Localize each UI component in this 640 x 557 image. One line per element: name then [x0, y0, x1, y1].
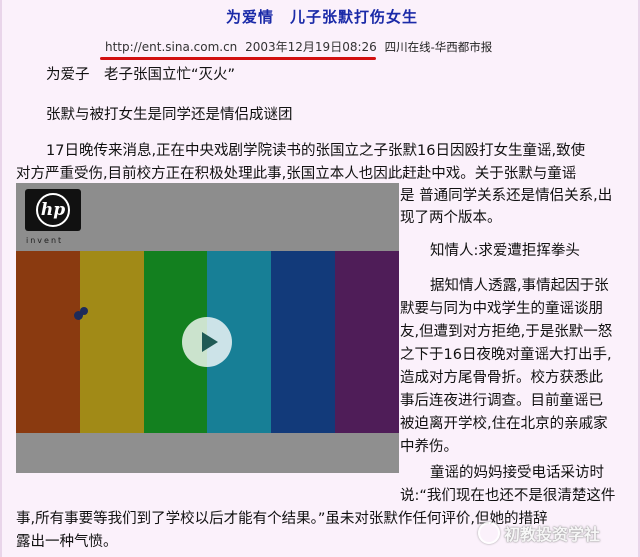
paragraph-line: 默要与同为中戏学生的童谣谈朋	[400, 301, 603, 317]
article-page: 为爱情 儿子张默打伤女生 http://ent.sina.com.cn 2003…	[0, 0, 640, 557]
paragraph-line: 17日晚传来消息,正在中央戏剧学院读书的张国立之子张默16日因殴打女生童谣,致使	[46, 143, 586, 159]
logo-tagline: invent	[26, 236, 64, 245]
color-bar	[16, 251, 80, 433]
red-underline-annotation	[100, 57, 376, 60]
decorative-dot	[80, 307, 88, 315]
paragraph-line: 被迫离开学校,住在北京的亲戚家	[400, 416, 608, 432]
play-icon	[201, 332, 218, 352]
paragraph-line: 友,但遭到对方拒绝,于是张默一怒	[400, 324, 613, 340]
paragraph-line: 事,所有事要等我们到了学校以后才能有个结果。”虽未对张默作任何评价,但她的措辞	[16, 511, 548, 527]
hp-logo-mark: hp	[36, 193, 70, 227]
subheadline-1: 为爱子 老子张国立忙“灭火”	[46, 67, 236, 83]
paragraph-line: 造成对方尾骨骨折。校方获悉此	[400, 370, 603, 386]
paragraph-line: 露出一种气愤。	[16, 534, 118, 550]
play-button[interactable]	[182, 317, 232, 367]
watermark-text: 初教投资学社	[504, 525, 601, 544]
color-bar	[335, 251, 399, 433]
video-player[interactable]: hp invent	[16, 183, 399, 473]
paragraph-line: 说:“我们现在也还不是很清楚这件	[400, 488, 616, 504]
paragraph-line: 之下于16日夜晚对童谣大打出手,	[400, 347, 612, 363]
source-url-link[interactable]: http://ent.sina.com.cn	[105, 40, 237, 54]
subheadline-2: 张默与被打女生是同学还是情侣成谜团	[46, 107, 293, 123]
paragraph-line: 事后连夜进行调查。目前童谣已	[400, 393, 603, 409]
paragraph-line: 童谣的妈妈接受电话采访时	[430, 465, 604, 481]
watermark: 初教投资学社	[478, 520, 600, 546]
section-heading: 知情人:求爱遭拒挥拳头	[430, 243, 580, 259]
paragraph-line: 据知情人透露,事情起因于张	[430, 278, 609, 294]
paragraph-line: 中养伤。	[400, 439, 458, 455]
article-headline: 为爱情 儿子张默打伤女生	[225, 8, 418, 26]
paragraph-line: 现了两个版本。	[400, 210, 502, 226]
source-outlet: 四川在线-华西都市报	[384, 40, 493, 54]
hp-logo: hp	[25, 189, 81, 231]
color-bar	[79, 251, 144, 433]
paragraph-line: 是 普通同学关系还是情侣关系,出	[400, 188, 613, 204]
wechat-icon	[478, 522, 500, 544]
video-bottom-strip	[16, 433, 399, 473]
source-date: 2003年12月19日08:26	[245, 40, 377, 54]
source-line: http://ent.sina.com.cn 2003年12月19日08:26 …	[105, 38, 492, 55]
color-bar	[271, 251, 336, 433]
